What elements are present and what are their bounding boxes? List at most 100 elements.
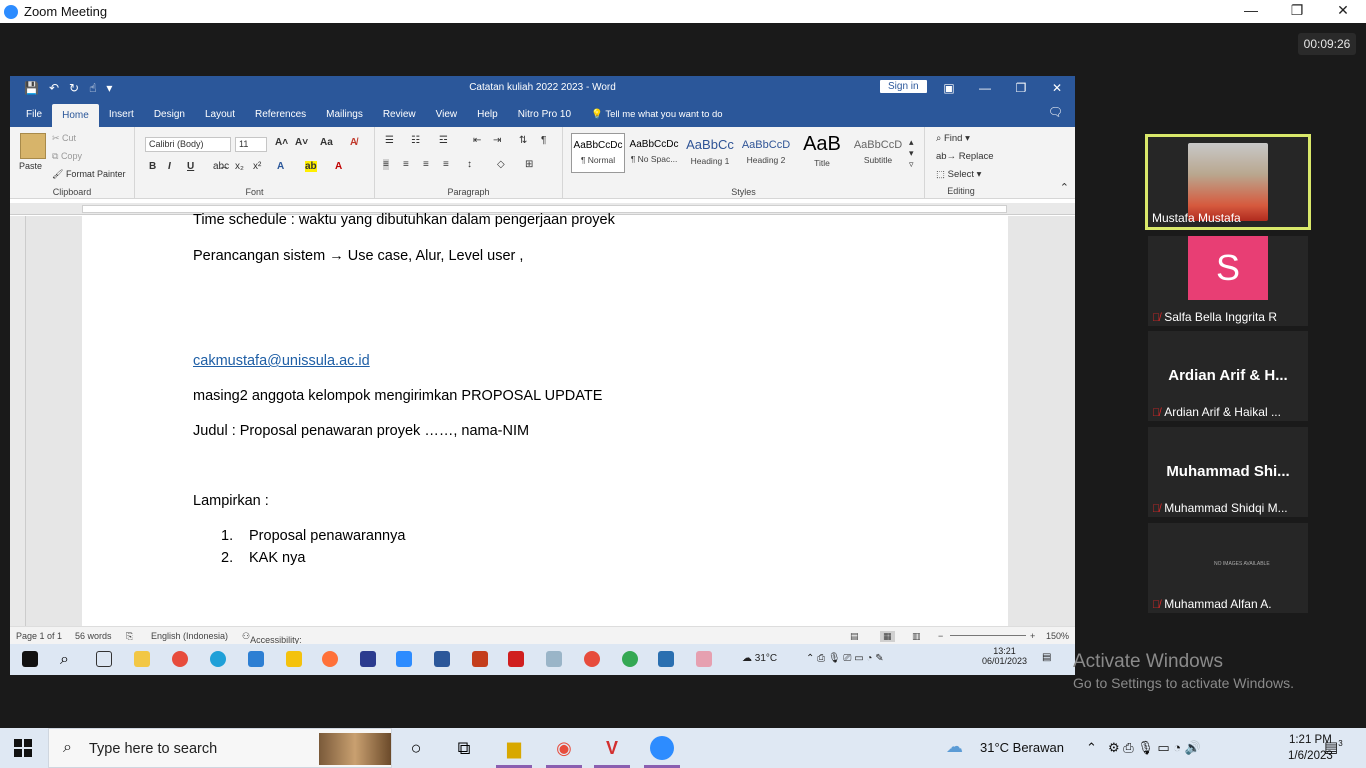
minimize-button[interactable]: —: [1228, 0, 1274, 23]
show-marks-icon[interactable]: ¶: [541, 135, 546, 146]
font-size-select[interactable]: 11: [235, 137, 267, 152]
clear-formatting-icon[interactable]: A̸: [350, 137, 357, 148]
borders-icon[interactable]: ⊞: [525, 159, 533, 170]
numbering-icon[interactable]: ☷: [411, 135, 420, 146]
tab-file[interactable]: File: [16, 109, 52, 127]
mic-muted-icon: 🎙̸: [1152, 407, 1161, 419]
task-view-icon[interactable]: ⧉: [452, 736, 476, 760]
zoom-out-icon[interactable]: −: [938, 631, 943, 641]
comments-icon[interactable]: 🗨: [1048, 105, 1063, 119]
doc-email-link[interactable]: cakmustafa@unissula.ac.id: [193, 353, 370, 369]
styles-more-icon[interactable]: ▴ ▾ ▿: [909, 137, 914, 170]
word-close-button[interactable]: ✕: [1039, 76, 1075, 100]
zoom-in-icon[interactable]: +: [1030, 631, 1035, 641]
tab-help[interactable]: Help: [467, 109, 508, 127]
style-heading-2[interactable]: AaBbCcD Heading 2: [739, 133, 793, 173]
accessibility-status[interactable]: ⚇ Accessibility: Good to go: [242, 631, 302, 655]
tab-layout[interactable]: Layout: [195, 109, 245, 127]
zoom-taskbar-icon[interactable]: [650, 736, 674, 760]
document-page[interactable]: Time schedule : waktu yang dibutuhkan da…: [82, 212, 1008, 626]
subscript-icon[interactable]: x₂: [235, 161, 244, 172]
participant-tile[interactable]: Ardian Arif & H... 🎙̸ Ardian Arif & Haika…: [1148, 331, 1308, 421]
language-status[interactable]: English (Indonesia): [151, 631, 228, 641]
bullets-icon[interactable]: ☰: [385, 135, 394, 146]
ribbon-display-icon[interactable]: ▣: [931, 76, 967, 100]
increase-indent-icon[interactable]: ⇥: [493, 135, 501, 146]
shading-icon[interactable]: ◇: [497, 159, 505, 170]
word-minimize-button[interactable]: —: [967, 76, 1003, 100]
align-left-icon[interactable]: ≡: [383, 159, 389, 170]
font-name-select[interactable]: Calibri (Body): [145, 137, 231, 152]
participant-tile[interactable]: Muhammad Shi... 🎙̸ Muhammad Shidqi M...: [1148, 427, 1308, 517]
web-layout-icon[interactable]: ▥: [912, 631, 921, 642]
tell-me-search[interactable]: 💡 Tell me what you want to do: [591, 109, 723, 127]
change-case-icon[interactable]: Aa: [320, 137, 333, 148]
word-restore-button[interactable]: ❐: [1003, 76, 1039, 100]
show-hidden-icons[interactable]: ⌃: [1086, 740, 1097, 756]
chrome-icon[interactable]: ◉: [552, 736, 576, 760]
tab-design[interactable]: Design: [144, 109, 195, 127]
read-mode-icon[interactable]: ▤: [850, 631, 859, 642]
copy-button[interactable]: ⧉ Copy: [52, 151, 82, 162]
notifications-icon[interactable]: ▤3: [1324, 738, 1343, 756]
style-normal[interactable]: AaBbCcDc ¶ Normal: [571, 133, 625, 173]
tab-nitro[interactable]: Nitro Pro 10: [508, 109, 581, 127]
participant-tile-active[interactable]: Mustafa Mustafa: [1145, 134, 1311, 230]
cortana-icon[interactable]: ○: [404, 736, 428, 760]
text-effects-icon[interactable]: A: [277, 161, 284, 172]
bold-button[interactable]: B: [149, 161, 156, 172]
multilevel-icon[interactable]: ☲: [439, 135, 448, 146]
vivaldi-icon[interactable]: V: [600, 736, 624, 760]
file-explorer-icon[interactable]: ▆: [502, 736, 526, 760]
highlight-icon[interactable]: ab: [305, 161, 317, 172]
close-button[interactable]: ✕: [1320, 0, 1366, 23]
collapse-ribbon-icon[interactable]: ⌃: [1060, 181, 1069, 194]
taskbar-search[interactable]: ⌕ Type here to search: [48, 728, 392, 768]
strikethrough-icon[interactable]: ab̶c: [213, 161, 229, 172]
weather-text[interactable]: 31°C Berawan: [980, 740, 1064, 755]
italic-button[interactable]: I: [168, 161, 171, 172]
decrease-indent-icon[interactable]: ⇤: [473, 135, 481, 146]
line-spacing-icon[interactable]: ↕: [467, 159, 472, 170]
tab-review[interactable]: Review: [373, 109, 426, 127]
tab-insert[interactable]: Insert: [99, 109, 144, 127]
weather-icon[interactable]: ☁: [946, 737, 963, 757]
justify-icon[interactable]: ≡: [443, 159, 449, 170]
start-button[interactable]: [14, 739, 32, 757]
style-title[interactable]: AaB Title: [795, 133, 849, 173]
replace-button[interactable]: ab→ Replace: [936, 151, 994, 162]
style-subtitle[interactable]: AaBbCcD Subtitle: [851, 133, 905, 173]
font-color-icon[interactable]: A: [335, 161, 342, 172]
sign-in-button[interactable]: Sign in: [880, 80, 927, 93]
paste-icon[interactable]: [20, 133, 46, 159]
vertical-ruler[interactable]: [10, 216, 26, 626]
word-count[interactable]: 56 words: [75, 631, 112, 641]
tab-home[interactable]: Home: [52, 104, 99, 127]
format-painter-button[interactable]: 🖌 Format Painter: [52, 169, 125, 180]
restore-button[interactable]: ❐: [1274, 0, 1320, 23]
participant-tile[interactable]: S 🎙̸ Salfa Bella Inggrita R: [1148, 236, 1308, 326]
find-button[interactable]: ⌕ Find ▾: [936, 133, 970, 144]
grow-font-icon[interactable]: A˄: [275, 137, 288, 148]
align-center-icon[interactable]: ≡: [403, 159, 409, 170]
participant-tile[interactable]: NO IMAGES AVAILABLE 🎙̸ Muhammad Alfan A.: [1148, 523, 1308, 613]
zoom-slider[interactable]: [950, 635, 1026, 636]
style-no-spacing[interactable]: AaBbCcDc ¶ No Spac...: [627, 133, 681, 173]
underline-button[interactable]: U: [187, 161, 194, 172]
tab-view[interactable]: View: [426, 109, 468, 127]
cut-button[interactable]: ✂ Cut: [52, 133, 76, 144]
paste-button[interactable]: Paste: [19, 161, 42, 171]
print-layout-icon[interactable]: ▦: [880, 631, 895, 642]
align-right-icon[interactable]: ≡: [423, 159, 429, 170]
tab-references[interactable]: References: [245, 109, 316, 127]
proofing-icon[interactable]: ⎘: [126, 631, 133, 642]
shrink-font-icon[interactable]: A˅: [295, 137, 308, 148]
tab-mailings[interactable]: Mailings: [316, 109, 373, 127]
tray-app-icons[interactable]: ⚙ ⎙ 🎙 ▭ ◔ 🔊: [1108, 740, 1201, 756]
style-heading-1[interactable]: AaBbCc Heading 1: [683, 133, 737, 173]
zoom-level[interactable]: 150%: [1046, 631, 1069, 641]
sort-icon[interactable]: ⇅: [519, 135, 527, 146]
page-count[interactable]: Page 1 of 1: [16, 631, 62, 641]
select-button[interactable]: ⬚ Select ▾: [936, 169, 981, 180]
superscript-icon[interactable]: x²: [253, 161, 261, 172]
